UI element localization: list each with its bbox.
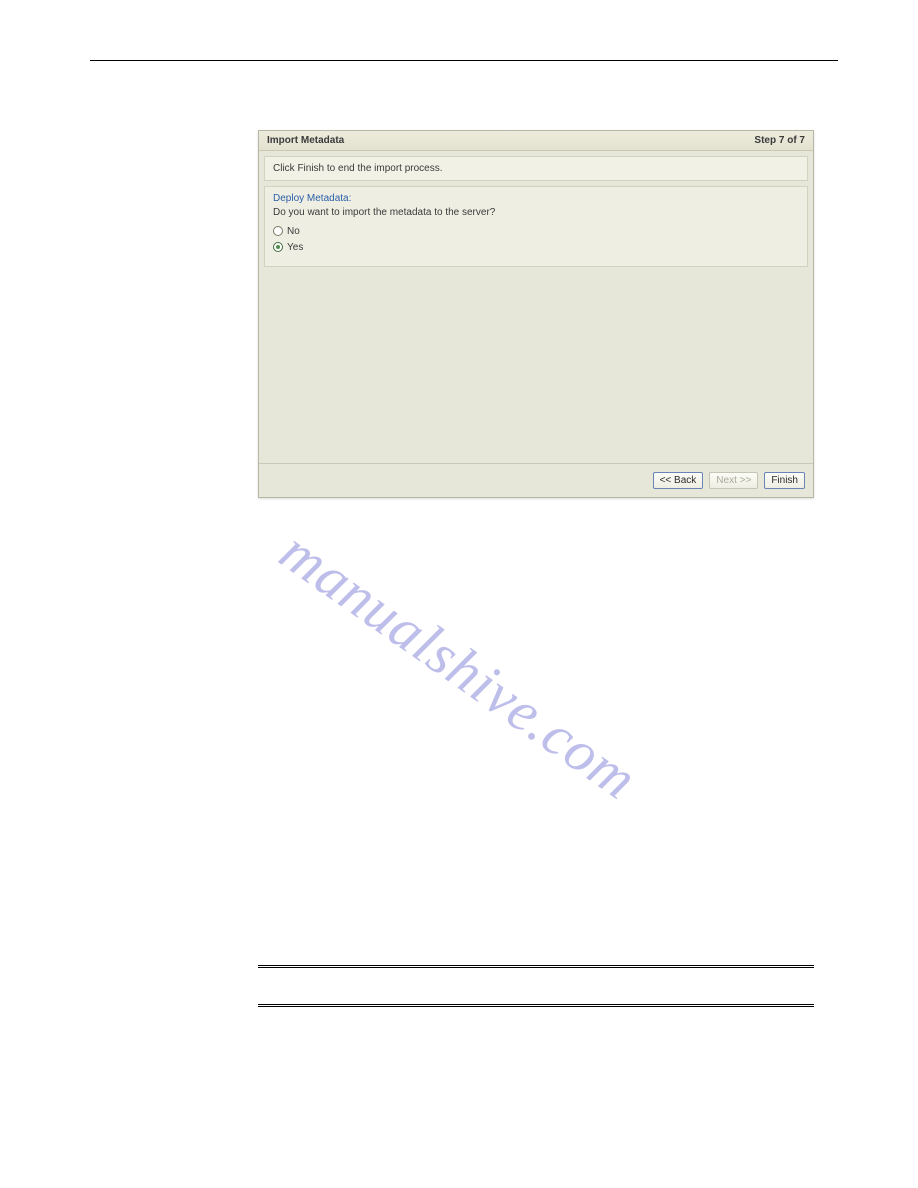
dialog-instruction: Click Finish to end the import process.: [264, 156, 808, 181]
note-block: [258, 965, 814, 1007]
radio-no-label: No: [287, 226, 300, 237]
dialog-footer: << Back Next >> Finish: [259, 463, 813, 497]
deploy-question: Do you want to import the metadata to th…: [273, 207, 799, 218]
dialog-title: Import Metadata: [267, 135, 344, 146]
radio-yes-label: Yes: [287, 242, 303, 253]
dialog-header: Import Metadata Step 7 of 7: [259, 131, 813, 151]
dialog-step-indicator: Step 7 of 7: [754, 135, 805, 146]
radio-row-yes[interactable]: Yes: [273, 240, 799, 254]
watermark-text: manualshive.com: [268, 518, 650, 813]
note-bottom-rule: [258, 1004, 814, 1007]
finish-button[interactable]: Finish: [764, 472, 805, 489]
radio-no[interactable]: [273, 226, 283, 236]
dialog-body: Deploy Metadata: Do you want to import t…: [264, 186, 808, 267]
radio-yes[interactable]: [273, 242, 283, 252]
import-metadata-dialog: Import Metadata Step 7 of 7 Click Finish…: [258, 130, 814, 498]
deploy-metadata-label: Deploy Metadata:: [273, 193, 799, 204]
back-button[interactable]: << Back: [653, 472, 704, 489]
page-top-rule: [90, 60, 838, 61]
radio-row-no[interactable]: No: [273, 224, 799, 238]
next-button: Next >>: [709, 472, 758, 489]
